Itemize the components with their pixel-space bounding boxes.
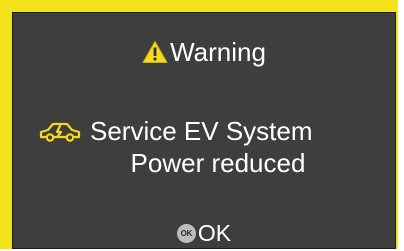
ok-button[interactable]: OK OK: [13, 220, 395, 246]
warning-message-line1: Service EV System: [90, 116, 313, 146]
display-frame: Warning Service EV System Power reduced …: [0, 0, 398, 249]
ok-button-icon: OK: [176, 223, 196, 243]
warning-message-line2: Power reduced: [130, 148, 306, 178]
warning-message: Service EV System Power reduced: [13, 116, 395, 178]
ev-system-warning-icon: [38, 119, 82, 143]
warning-triangle-icon: [142, 40, 168, 64]
warning-header: Warning: [13, 37, 395, 67]
ok-button-label: OK: [197, 220, 232, 246]
warning-title: Warning: [170, 37, 266, 67]
warning-screen: Warning Service EV System Power reduced …: [12, 12, 396, 249]
